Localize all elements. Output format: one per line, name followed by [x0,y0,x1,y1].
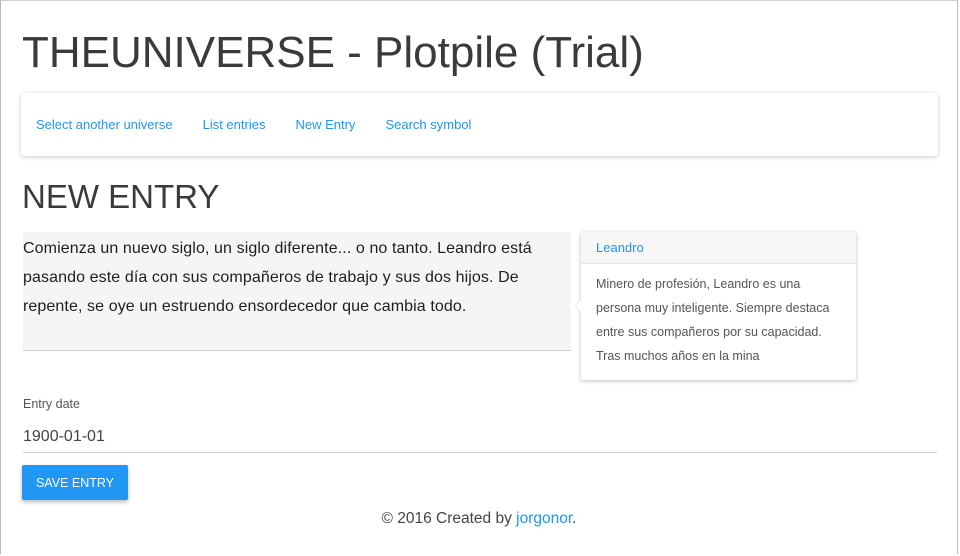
footer-author-link[interactable]: jorgonor [516,510,572,527]
entry-date-input[interactable] [23,421,937,453]
nav-new-entry[interactable]: New Entry [295,117,355,132]
nav-select-universe[interactable]: Select another universe [36,117,173,132]
symbol-popover: Leandro Minero de profesión, Leandro es … [575,232,856,380]
popover-title[interactable]: Leandro [581,232,856,264]
page-title: NEW ENTRY [22,178,220,215]
entry-date-label: Entry date [23,397,80,411]
popover-description: Minero de profesión, Leandro es una pers… [596,277,830,363]
save-entry-button[interactable]: SAVE ENTRY [22,465,128,500]
nav-search-symbol[interactable]: Search symbol [385,117,471,132]
footer-suffix: . [572,510,577,527]
footer: © 2016 Created by jorgonor. [0,510,958,528]
app-title: THEUNIVERSE - Plotpile (Trial) [22,28,644,77]
navbar: Select another universe List entries New… [21,93,938,156]
entry-text-editor[interactable]: Comienza un nuevo siglo, un siglo difere… [23,232,571,351]
footer-copyright: © 2016 Created by [381,510,517,527]
nav-list-entries[interactable]: List entries [203,117,266,132]
popover-arrow [575,300,581,312]
entry-text[interactable]: Comienza un nuevo siglo, un siglo difere… [23,232,571,321]
